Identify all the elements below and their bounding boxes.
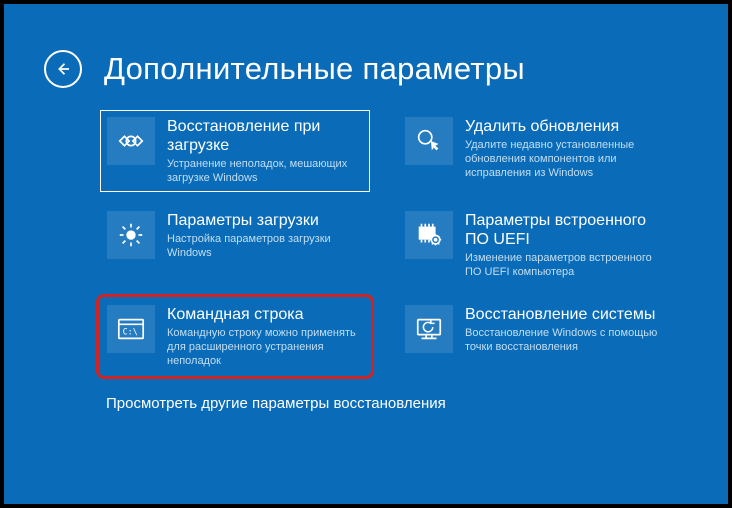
tile-title: Параметры загрузки	[167, 211, 363, 230]
tile-title: Командная строка	[167, 305, 363, 324]
tile-title: Восстановление системы	[465, 305, 661, 324]
tile-desc: Настройка параметров загрузки Windows	[167, 232, 363, 260]
tile-title: Удалить обновления	[465, 117, 661, 136]
tile-title: Параметры встроенного ПО UEFI	[465, 211, 661, 249]
header: Дополнительные параметры	[4, 4, 728, 88]
uefi-firmware-icon	[405, 211, 453, 259]
tile-startup-settings[interactable]: Параметры загрузки Настройка параметров …	[100, 204, 370, 286]
more-options-link[interactable]: Просмотреть другие параметры восстановле…	[4, 375, 728, 412]
back-button[interactable]	[44, 50, 82, 88]
command-prompt-icon: C:\	[107, 305, 155, 353]
recovery-screen: Дополнительные параметры Восстановление …	[4, 4, 728, 504]
tile-uninstall-updates[interactable]: Удалить обновления Удалите недавно устан…	[398, 110, 668, 192]
arrow-left-icon	[54, 60, 72, 78]
tile-desc: Удалите недавно установленные обновления…	[465, 138, 661, 180]
tile-desc: Командную строку можно применять для рас…	[167, 326, 363, 368]
svg-text:C:\: C:\	[123, 327, 138, 337]
tile-startup-repair[interactable]: Восстановление при загрузке Устранение н…	[100, 110, 370, 192]
tile-command-prompt[interactable]: C:\ Командная строка Командную строку мо…	[100, 298, 370, 375]
tile-desc: Восстановление Windows с помощью точки в…	[465, 326, 661, 354]
page-title: Дополнительные параметры	[104, 51, 525, 87]
tile-desc: Устранение неполадок, мешающих загрузке …	[167, 157, 363, 185]
tile-title: Восстановление при загрузке	[167, 117, 363, 155]
startup-settings-icon	[107, 211, 155, 259]
tile-uefi-settings[interactable]: Параметры встроенного ПО UEFI Изменение …	[398, 204, 668, 286]
options-grid: Восстановление при загрузке Устранение н…	[4, 88, 728, 375]
tile-system-restore[interactable]: Восстановление системы Восстановление Wi…	[398, 298, 668, 375]
startup-repair-icon	[107, 117, 155, 165]
system-restore-icon	[405, 305, 453, 353]
tile-desc: Изменение параметров встроенного ПО UEFI…	[465, 251, 661, 279]
uninstall-updates-icon	[405, 117, 453, 165]
